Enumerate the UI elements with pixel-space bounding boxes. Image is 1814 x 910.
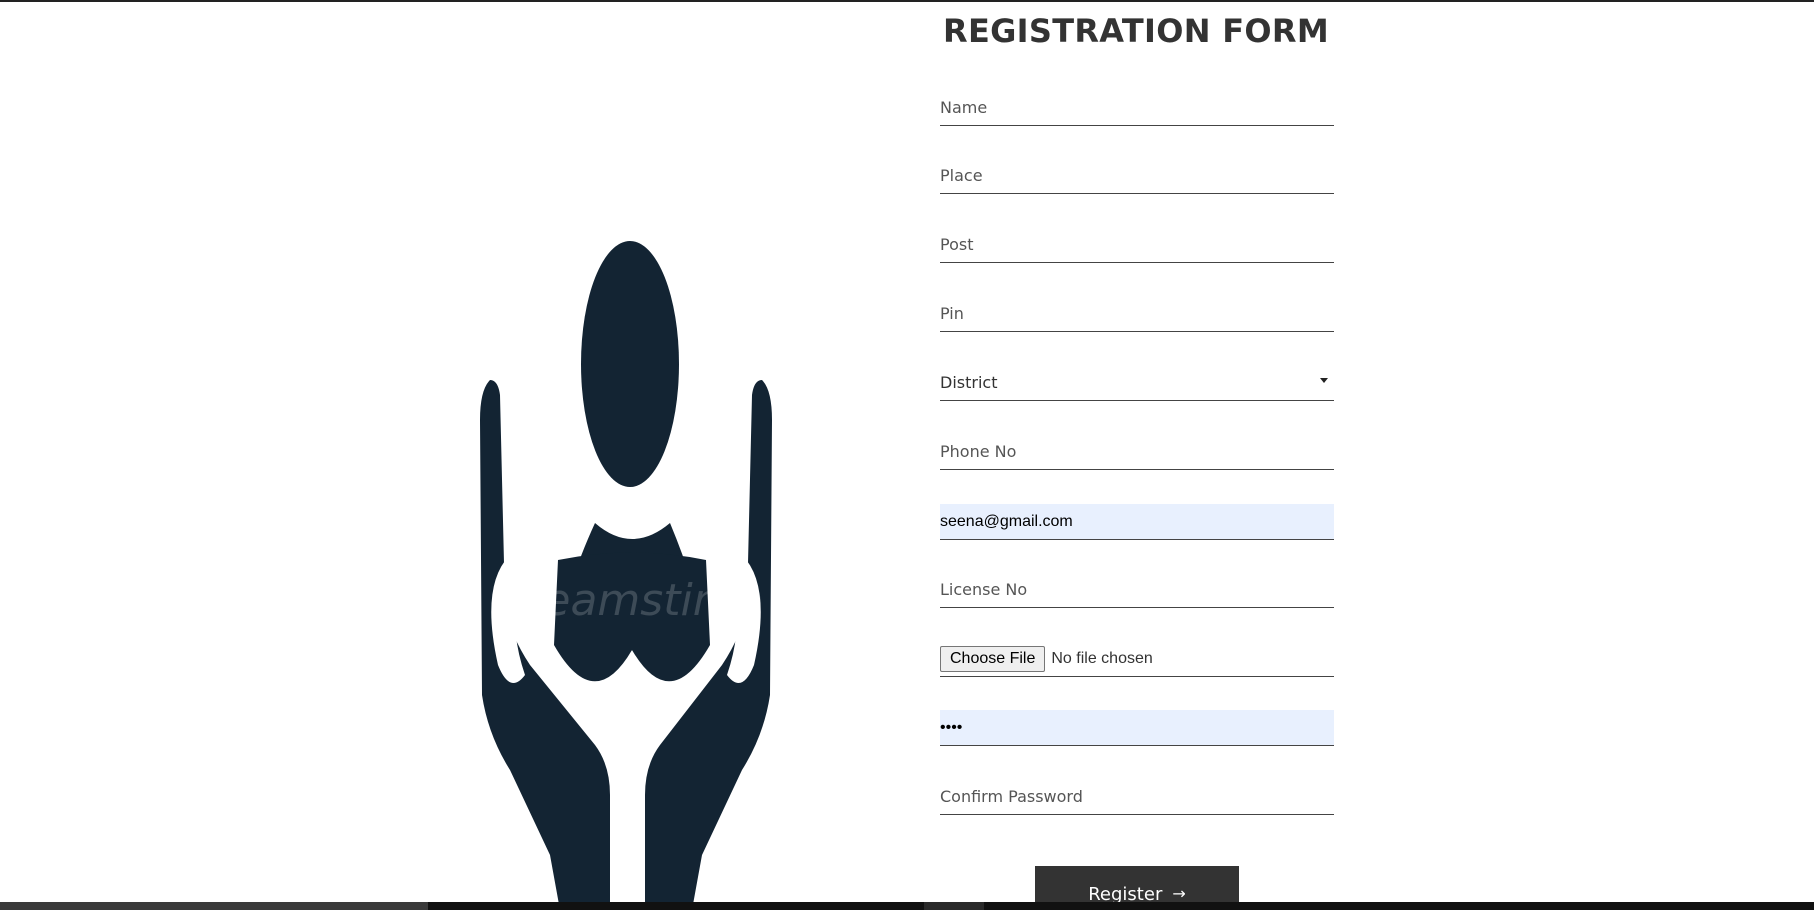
choose-file-button[interactable]: Choose File — [940, 645, 1046, 672]
license-file-field: Choose File No file chosen — [940, 641, 1334, 677]
caret-down-icon — [1320, 378, 1328, 383]
phone-input[interactable] — [940, 434, 1334, 469]
password-input[interactable] — [940, 710, 1334, 745]
registration-page: dreamstime REGISTRATION FORM District — [0, 0, 1814, 910]
district-select-value: District — [940, 372, 998, 392]
license-input[interactable] — [940, 572, 1334, 607]
pin-field-wrapper — [940, 296, 1334, 332]
confirm-password-field-wrapper — [940, 779, 1334, 815]
post-field-wrapper — [940, 227, 1334, 263]
bottom-scrollbar[interactable] — [0, 902, 1814, 910]
phone-field-wrapper — [940, 434, 1334, 470]
name-field-wrapper — [940, 90, 1334, 126]
file-status-text: No file chosen — [1051, 649, 1153, 667]
watermark-text: dreamstime — [497, 575, 762, 626]
license-field-wrapper — [940, 572, 1334, 608]
person-in-hands-icon: dreamstime — [480, 241, 772, 910]
name-input[interactable] — [940, 90, 1334, 125]
pin-input[interactable] — [940, 296, 1334, 331]
district-select[interactable]: District — [940, 365, 1334, 401]
page-title: REGISTRATION FORM — [943, 12, 1329, 50]
email-field-wrapper — [940, 504, 1334, 540]
top-border — [0, 0, 1814, 2]
scrollbar-thumb[interactable] — [0, 902, 428, 910]
email-input[interactable] — [940, 504, 1334, 539]
confirm-password-input[interactable] — [940, 779, 1334, 814]
post-input[interactable] — [940, 227, 1334, 262]
place-input[interactable] — [940, 158, 1334, 193]
illustration: dreamstime — [470, 225, 800, 910]
place-field-wrapper — [940, 158, 1334, 194]
password-field-wrapper — [940, 710, 1334, 746]
scrollbar-segment — [924, 902, 984, 910]
arrow-right-icon: → — [1172, 884, 1186, 903]
